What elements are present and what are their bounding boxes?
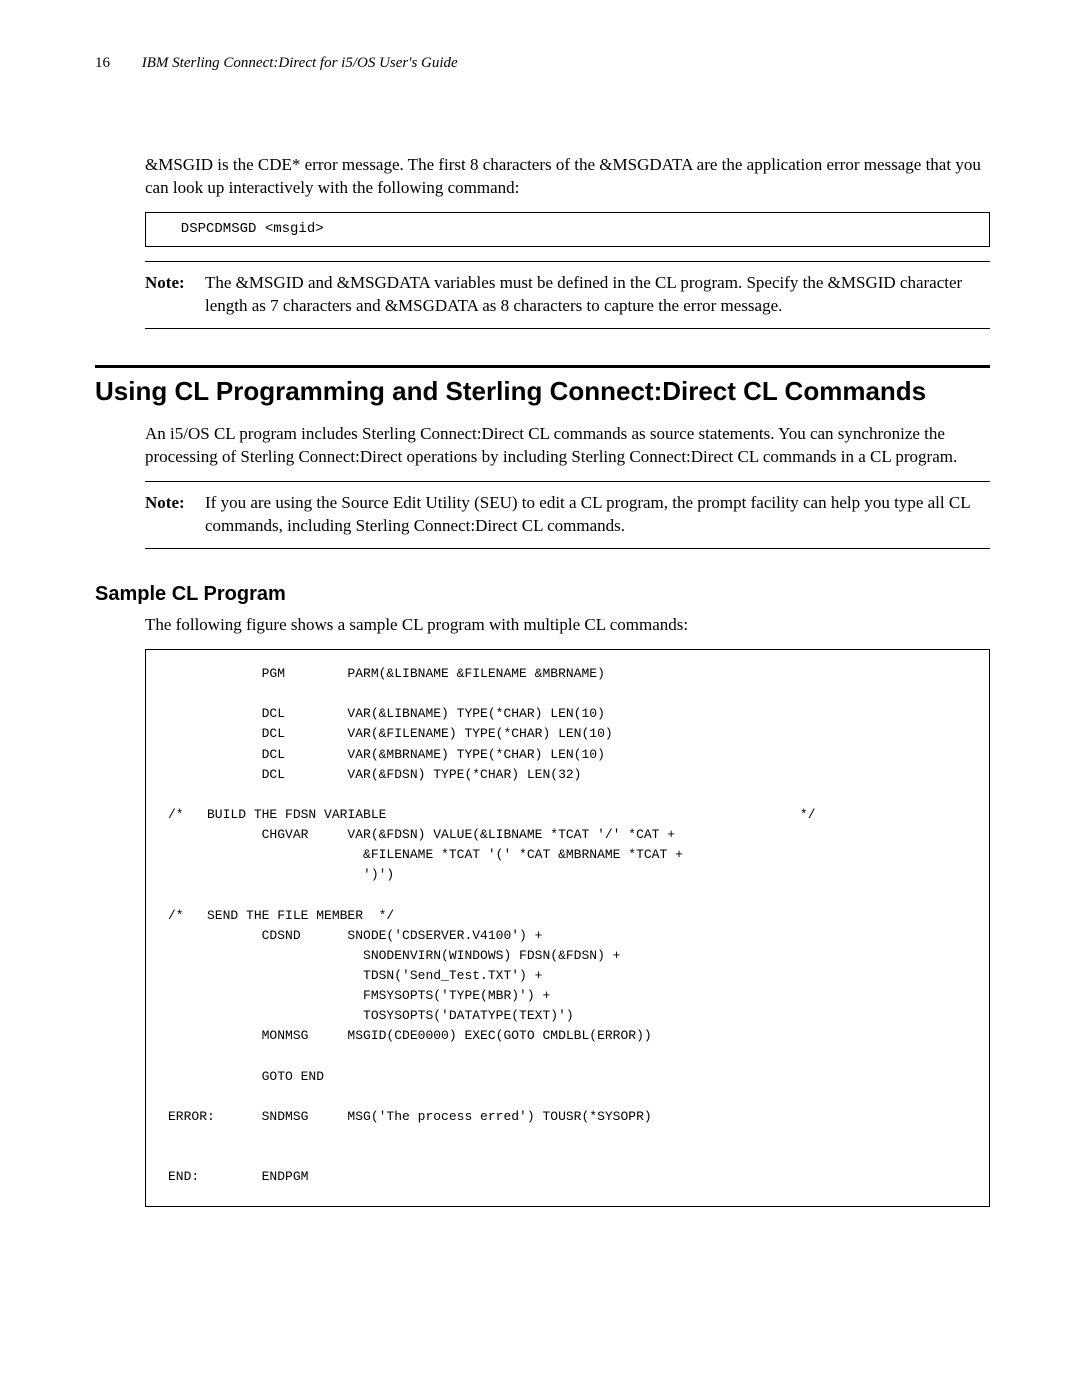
subsection-heading: Sample CL Program: [95, 583, 990, 606]
note-text: The &MSGID and &MSGDATA variables must b…: [205, 272, 990, 318]
note-label: Note:: [145, 272, 205, 318]
subsection-paragraph: The following figure shows a sample CL p…: [145, 614, 990, 637]
section-rule: [95, 365, 990, 368]
code-block-dspcdmsgd: DSPCDMSGD <msgid>: [145, 212, 990, 248]
code-block-sample-cl: PGM PARM(&LIBNAME &FILENAME &MBRNAME) DC…: [145, 649, 990, 1207]
page-header: 16 IBM Sterling Connect:Direct for i5/OS…: [95, 55, 990, 72]
note-1: Note: The &MSGID and &MSGDATA variables …: [145, 261, 990, 329]
note-text: If you are using the Source Edit Utility…: [205, 492, 990, 538]
note-label: Note:: [145, 492, 205, 538]
page-number: 16: [95, 55, 110, 72]
running-title: IBM Sterling Connect:Direct for i5/OS Us…: [142, 55, 458, 71]
intro-paragraph: &MSGID is the CDE* error message. The fi…: [145, 154, 990, 200]
note-2: Note: If you are using the Source Edit U…: [145, 481, 990, 549]
section-heading: Using CL Programming and Sterling Connec…: [95, 376, 990, 407]
page: 16 IBM Sterling Connect:Direct for i5/OS…: [0, 0, 1080, 1281]
section-paragraph: An i5/OS CL program includes Sterling Co…: [145, 423, 990, 469]
